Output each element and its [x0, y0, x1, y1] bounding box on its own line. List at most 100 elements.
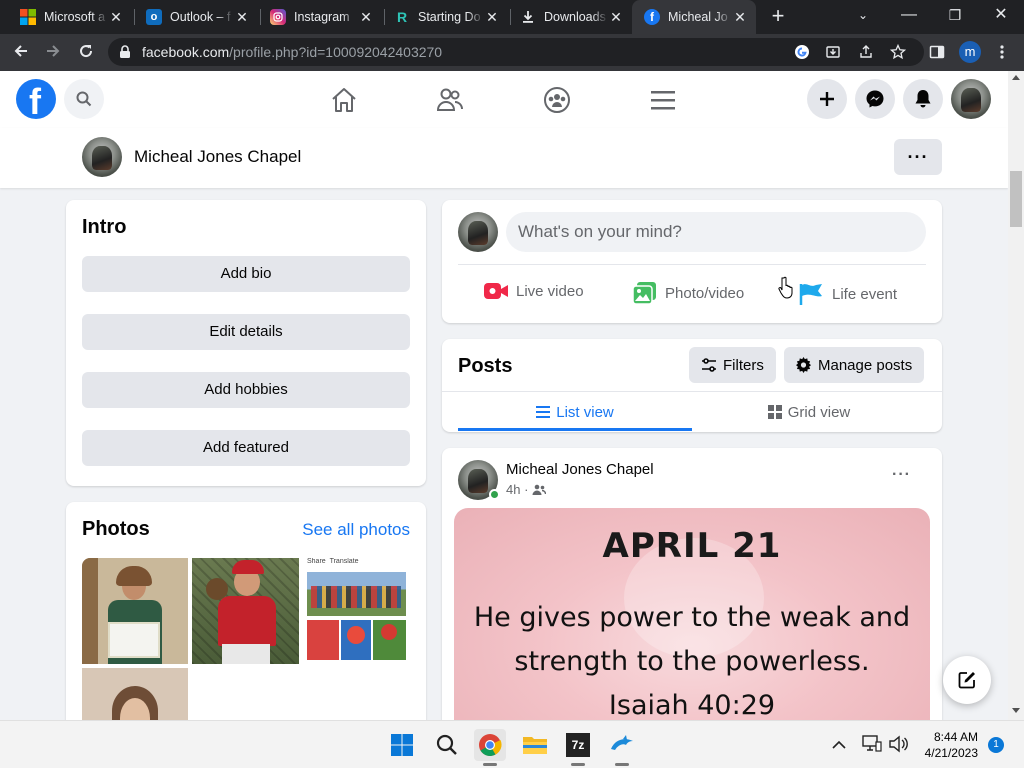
taskbar-search-icon[interactable]: [431, 729, 463, 761]
filters-label: Filters: [723, 356, 764, 374]
address-bar[interactable]: facebook.com/profile.php?id=100092042403…: [108, 38, 924, 66]
lock-icon[interactable]: [119, 45, 131, 64]
close-tab-icon[interactable]: ✕: [608, 9, 624, 26]
notification-badge[interactable]: 1: [988, 737, 1004, 753]
filters-button[interactable]: Filters: [689, 347, 776, 383]
new-message-button[interactable]: [943, 656, 991, 704]
minimize-button[interactable]: —: [886, 0, 932, 34]
account-avatar[interactable]: [951, 79, 991, 119]
photo-thumbnail[interactable]: Share Translate: [303, 558, 410, 664]
online-status-dot: [489, 489, 500, 500]
post-image[interactable]: APRIL 21 He gives power to the weak and …: [454, 508, 930, 738]
clock-time: 8:44 AM: [933, 730, 978, 744]
post-time[interactable]: 4h ·: [506, 482, 528, 497]
close-window-button[interactable]: ✕: [978, 0, 1024, 34]
scrollbar-thumb[interactable]: [1010, 171, 1022, 227]
tab-downloads[interactable]: Downloads ✕: [508, 0, 632, 34]
chrome-profile-avatar[interactable]: m: [959, 41, 981, 63]
notifications-bell-icon[interactable]: [903, 79, 943, 119]
create-plus-icon[interactable]: [807, 79, 847, 119]
messenger-icon[interactable]: [855, 79, 895, 119]
live-video-button[interactable]: Live video: [484, 282, 584, 300]
whats-on-your-mind-input[interactable]: What's on your mind?: [506, 212, 926, 252]
home-icon[interactable]: [329, 85, 359, 115]
list-view-icon: [536, 406, 551, 418]
windows-start-icon[interactable]: [386, 729, 418, 761]
scroll-down-arrow-icon[interactable]: [1012, 708, 1020, 713]
close-tab-icon[interactable]: ✕: [108, 9, 124, 26]
see-all-photos-link[interactable]: See all photos: [302, 520, 410, 540]
microsoft-icon: [20, 9, 36, 25]
maximize-button[interactable]: ❐: [932, 0, 978, 34]
volume-icon[interactable]: [888, 735, 908, 758]
profile-more-button[interactable]: ···: [894, 139, 942, 175]
photo-thumbnail[interactable]: [192, 558, 299, 664]
manage-posts-button[interactable]: Manage posts: [784, 347, 925, 383]
page-scrollbar[interactable]: [1008, 71, 1024, 720]
photo-video-button[interactable]: Photo/video: [633, 282, 744, 304]
google-lens-icon[interactable]: [793, 43, 811, 61]
search-icon[interactable]: [64, 79, 104, 119]
new-tab-button[interactable]: +: [766, 5, 790, 29]
instagram-icon: [270, 9, 286, 25]
profile-avatar[interactable]: [82, 137, 122, 177]
menu-icon[interactable]: [648, 85, 678, 115]
profile-name[interactable]: Micheal Jones Chapel: [134, 147, 301, 167]
tab-facebook-active[interactable]: f Micheal Jo ✕: [632, 0, 756, 34]
thumb-share-label: Share: [307, 558, 326, 565]
tab-replit[interactable]: R Starting Do ✕: [382, 0, 508, 34]
composer-card: What's on your mind? Live video Photo/vi…: [442, 200, 942, 323]
tab-outlook[interactable]: o Outlook – f ✕: [134, 0, 258, 34]
scroll-up-arrow-icon[interactable]: [1012, 75, 1020, 80]
tab-microsoft[interactable]: Microsoft a ✕: [8, 0, 132, 34]
photo-thumbnail[interactable]: [82, 558, 188, 664]
tab-grid-view[interactable]: Grid view: [692, 392, 926, 432]
manage-posts-label: Manage posts: [818, 356, 913, 374]
facebook-top-nav: f: [0, 71, 1008, 128]
dolphin-app-icon[interactable]: [606, 729, 638, 761]
close-tab-icon[interactable]: ✕: [484, 9, 500, 26]
url-path: /profile.php?id=100092042403270: [229, 44, 443, 60]
install-app-icon[interactable]: [824, 43, 842, 61]
life-event-button[interactable]: Life event: [798, 282, 897, 306]
system-clock[interactable]: 8:44 AM 4/21/2023: [914, 729, 978, 761]
system-tray-chevron-icon[interactable]: [832, 737, 846, 755]
composer-avatar[interactable]: [458, 212, 498, 252]
file-explorer-icon[interactable]: [519, 729, 551, 761]
tab-title: Micheal Jo: [668, 10, 728, 24]
reload-button[interactable]: [73, 40, 99, 66]
post-author-name[interactable]: Micheal Jones Chapel: [506, 461, 654, 478]
photo-video-label: Photo/video: [665, 284, 745, 302]
close-tab-icon[interactable]: ✕: [358, 9, 374, 26]
side-panel-icon[interactable]: [927, 42, 947, 62]
chrome-menu-icon[interactable]: [992, 42, 1012, 62]
taskbar-chrome-icon[interactable]: [474, 729, 506, 761]
browser-toolbar: facebook.com/profile.php?id=100092042403…: [0, 34, 1024, 71]
tab-instagram[interactable]: Instagram ✕: [258, 0, 382, 34]
post-image-heading: APRIL 21: [602, 526, 782, 566]
clock-date: 4/21/2023: [924, 746, 978, 760]
tab-list-view[interactable]: List view: [458, 392, 692, 432]
url-text[interactable]: facebook.com/profile.php?id=100092042403…: [142, 44, 442, 60]
edit-details-button[interactable]: Edit details: [82, 314, 410, 350]
bookmark-star-icon[interactable]: [889, 43, 907, 61]
back-button[interactable]: [8, 40, 34, 66]
filters-icon: [701, 358, 717, 372]
friends-audience-icon[interactable]: [532, 484, 547, 496]
share-icon[interactable]: [857, 43, 875, 61]
network-icon[interactable]: [862, 735, 882, 758]
add-featured-button[interactable]: Add featured: [82, 430, 410, 466]
forward-button[interactable]: [40, 40, 66, 66]
close-tab-icon[interactable]: ✕: [732, 9, 748, 26]
add-bio-button[interactable]: Add bio: [82, 256, 410, 292]
tab-search-icon[interactable]: ⌄: [840, 0, 886, 34]
add-hobbies-button[interactable]: Add hobbies: [82, 372, 410, 408]
gear-icon: [796, 357, 812, 373]
close-tab-icon[interactable]: ✕: [234, 9, 250, 26]
friends-icon[interactable]: [435, 85, 465, 115]
facebook-logo-icon[interactable]: f: [16, 79, 56, 122]
post-more-icon[interactable]: ···: [892, 466, 911, 484]
groups-icon[interactable]: [542, 85, 572, 115]
tab-title: Starting Do: [418, 10, 481, 24]
7zip-icon[interactable]: 7z: [562, 729, 594, 761]
